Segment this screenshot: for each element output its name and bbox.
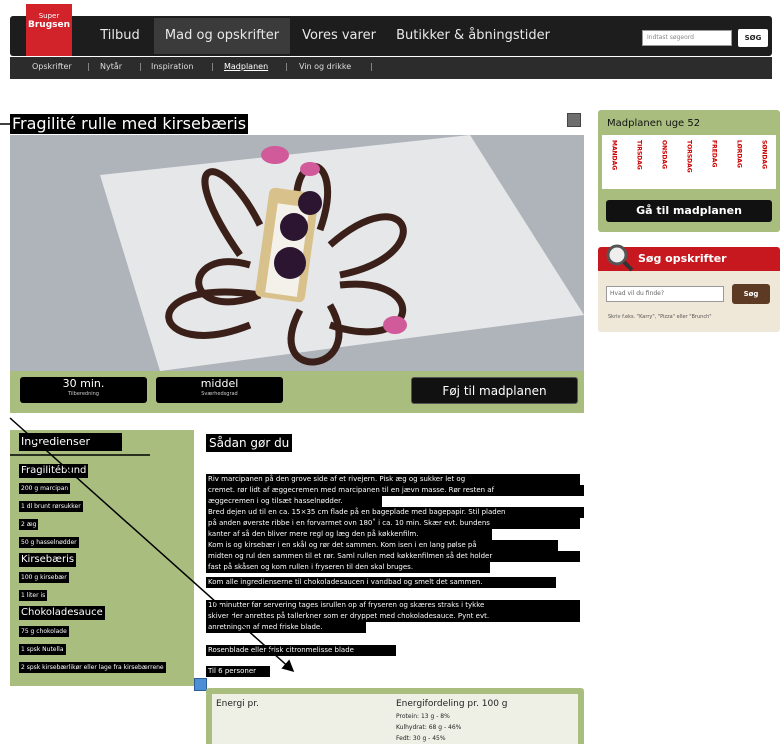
method-line: Kom alle ingredienserne til chokoladesau…: [206, 577, 556, 588]
logo-line2: Brugsen: [27, 20, 71, 30]
recipe-search-title: Søg opskrifter: [638, 252, 727, 265]
print-icon[interactable]: [567, 113, 581, 127]
day-thursday[interactable]: TORSDAG: [679, 140, 699, 184]
top-search-button[interactable]: SØG: [738, 29, 768, 47]
method-line: æggecremen i og tilsæt hasselnødder.: [206, 496, 382, 507]
recipe-photo: [10, 135, 584, 371]
subnav-separator: |: [370, 62, 373, 71]
method-line: Riv marcipanen på den grove side af et r…: [206, 474, 580, 485]
logo-line1: Super: [38, 12, 60, 20]
day-tuesday[interactable]: TIRSDAG: [629, 140, 649, 184]
ingredient-item: 50 g hasselnødder: [19, 537, 79, 548]
subnav-separator: |: [285, 62, 288, 71]
method-line: Rosenblade eller frisk citronmelisse bla…: [206, 645, 396, 656]
magnifier-icon: [606, 244, 634, 272]
recipe-search-hint: Skriv f.eks. "Karry", "Pizza" eller "Bru…: [608, 314, 712, 320]
prep-time: 30 min.: [62, 377, 105, 390]
ingredient-item: 2 æg: [19, 519, 39, 530]
nav-tab-mad-og-opskrifter[interactable]: Mad og opskrifter: [154, 18, 290, 54]
subnav-separator: |: [87, 62, 90, 71]
ingredient-group: Chokoladesauce: [19, 606, 105, 620]
method-title: Sådan gør du: [206, 434, 293, 452]
ingredients-title: Ingredienser: [19, 433, 122, 451]
recipe-title: Fragilité rulle med kirsebæris: [10, 114, 249, 134]
nav-tab-butikker[interactable]: Butikker & åbningstider: [390, 18, 556, 54]
ingredient-item: 100 g kirsebær: [19, 572, 69, 583]
day-wednesday[interactable]: ONSDAG: [654, 140, 674, 184]
method-line: Kom is og kirsebær i en skål og rør det …: [206, 540, 558, 551]
day-monday[interactable]: MANDAG: [604, 140, 624, 184]
nutrition-inner: [212, 694, 578, 744]
mealplan-title: Madplanen uge 52: [607, 118, 701, 129]
ingredient-item: 2 spsk kirsebærlikør eller lage fra kirs…: [19, 662, 166, 673]
goto-mealplan-button[interactable]: Gå til madplanen: [606, 200, 772, 222]
nutrition-protein: Protein: 13 g - 8%: [396, 713, 450, 720]
subnav-madplanen[interactable]: Madplanen: [224, 62, 268, 71]
day-saturday[interactable]: LØRDAG: [729, 140, 749, 184]
difficulty-box: middel Sværhedsgrad: [156, 377, 283, 403]
subnav-separator: |: [211, 62, 214, 71]
method-line: skiver der anrettes på tallerkner som er…: [206, 611, 580, 622]
ingredient-group: Fragilitébund: [19, 464, 89, 478]
ingredient-item: 1 spsk Nutella: [19, 644, 66, 655]
energy-distribution-label: Energifordeling pr. 100 g: [396, 699, 508, 709]
method-line: anretningen af med friske blade.: [206, 622, 366, 633]
subnav-separator: |: [139, 62, 142, 71]
ingredient-item: 1 liter is: [19, 590, 48, 601]
method-line: Bred dejen ud til en ca. 15×35 cm flade …: [206, 507, 584, 518]
ingredient-item: 75 g chokolade: [19, 626, 69, 637]
method-line: 10 minutter før servering tages isrullen…: [206, 600, 580, 611]
subnav-vin-og-drikke[interactable]: Vin og drikke: [299, 62, 351, 71]
subnav-nytaar[interactable]: Nytår: [100, 62, 122, 71]
difficulty-caption: Sværhedsgrad: [201, 391, 238, 397]
servings: Til 6 personer: [206, 666, 270, 677]
top-search-input[interactable]: Indtast søgeord: [642, 30, 732, 46]
method-line: på anden øverste ribbe i en forvarmet ov…: [206, 518, 580, 529]
nav-tab-tilbud[interactable]: Tilbud: [90, 18, 150, 54]
prep-time-box: 30 min. Tilberedning: [20, 377, 147, 403]
dessert-illustration: [100, 135, 584, 371]
nutrition-carbs: Kulhydrat: 68 g - 46%: [396, 724, 462, 731]
expand-icon[interactable]: [194, 678, 207, 691]
method-line: fast på skåsen og kom rullen i fryseren …: [206, 562, 490, 573]
nav-tab-vores-varer[interactable]: Vores varer: [292, 18, 386, 54]
subnav-inspiration[interactable]: Inspiration: [151, 62, 193, 71]
sub-navigation: [10, 57, 772, 79]
energy-label: Energi pr.: [216, 699, 259, 709]
ingredient-item: 1 dl brunt rørsukker: [19, 501, 83, 512]
superbrugsen-logo[interactable]: Super Brugsen: [26, 4, 72, 56]
recipe-search-button[interactable]: Søg: [732, 284, 770, 304]
recipe-search-input[interactable]: Hvad vil du finde?: [606, 286, 724, 302]
prep-time-caption: Tilberedning: [67, 391, 100, 397]
day-friday[interactable]: FREDAG: [704, 140, 724, 184]
difficulty: middel: [200, 377, 239, 390]
nutrition-fat: Fedt: 30 g - 45%: [396, 735, 446, 742]
subnav-opskrifter[interactable]: Opskrifter: [32, 62, 72, 71]
add-to-mealplan-button[interactable]: Føj til madplanen: [411, 377, 578, 404]
ingredient-item: 200 g marcipan: [19, 483, 71, 494]
method-line: kanter af så den bliver mere regl og læg…: [206, 529, 492, 540]
day-sunday[interactable]: SØNDAG: [754, 140, 774, 184]
method-line: cremet. rør lidt af æggecremen med marci…: [206, 485, 584, 496]
method-line: midten og rul den sammen til et rør. Sam…: [206, 551, 580, 562]
ingredient-group: Kirsebæris: [19, 553, 77, 567]
